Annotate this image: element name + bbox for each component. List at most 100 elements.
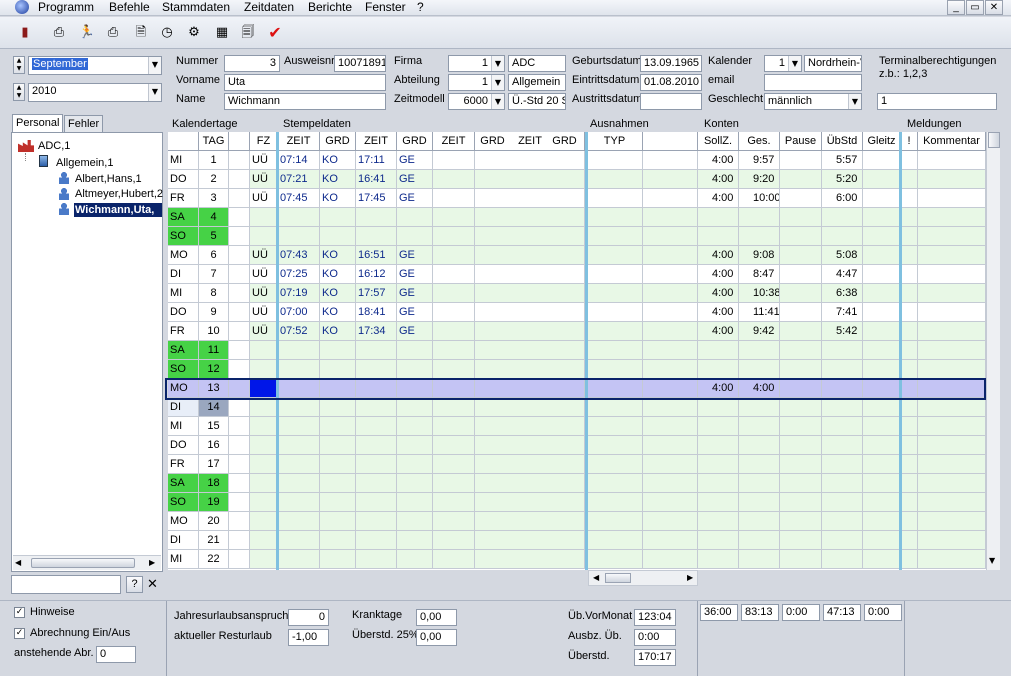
cell-empty[interactable] bbox=[433, 531, 475, 550]
cell-grd-in[interactable]: KO bbox=[320, 303, 356, 322]
cell-empty[interactable] bbox=[780, 493, 822, 512]
cell-fz[interactable]: UÜ bbox=[250, 246, 278, 265]
header-sollz[interactable]: SollZ. bbox=[698, 132, 739, 151]
cell-zeit-in[interactable] bbox=[278, 512, 320, 531]
cell-empty[interactable] bbox=[918, 398, 986, 417]
cell-uebstd[interactable]: 6:00 bbox=[822, 189, 863, 208]
cell-zeit-out[interactable] bbox=[356, 493, 397, 512]
cell-weekday[interactable]: MO bbox=[168, 246, 199, 265]
cell-empty[interactable] bbox=[901, 151, 918, 170]
cell-empty[interactable] bbox=[545, 474, 585, 493]
cell-grd-out[interactable] bbox=[397, 512, 433, 531]
cell-zeit-out[interactable] bbox=[356, 360, 397, 379]
tab-fehler[interactable]: Fehler bbox=[64, 115, 104, 132]
cell-empty[interactable] bbox=[587, 398, 643, 417]
cell-empty[interactable] bbox=[475, 303, 511, 322]
cell-empty[interactable] bbox=[475, 417, 511, 436]
cell-empty[interactable] bbox=[229, 189, 250, 208]
cell-zeit-in[interactable] bbox=[278, 455, 320, 474]
cell-empty[interactable] bbox=[780, 550, 822, 569]
cell-empty[interactable] bbox=[229, 322, 250, 341]
cell-grd-in[interactable] bbox=[320, 531, 356, 550]
header-blank[interactable] bbox=[229, 132, 250, 151]
tab-personal[interactable]: Personal bbox=[12, 114, 64, 132]
cell-empty[interactable] bbox=[780, 303, 822, 322]
table-row[interactable]: MO 6 UÜ 07:43 KO 16:51 GE 4:00 9:08 5:08 bbox=[168, 246, 986, 265]
cell-empty[interactable] bbox=[918, 512, 986, 531]
vorname-field[interactable]: Uta bbox=[224, 74, 386, 91]
cell-ges[interactable]: 9:08 bbox=[739, 246, 780, 265]
scroll-down-icon[interactable]: ▼ bbox=[989, 556, 995, 565]
cell-ges[interactable] bbox=[739, 474, 780, 493]
menu-befehle[interactable]: Befehle bbox=[109, 0, 150, 15]
cell-zeit-out[interactable]: 17:45 bbox=[356, 189, 397, 208]
cell-ges[interactable] bbox=[739, 398, 780, 417]
cell-empty[interactable] bbox=[475, 436, 511, 455]
cell-tag[interactable]: 17 bbox=[199, 455, 229, 474]
cell-ges[interactable] bbox=[739, 341, 780, 360]
cell-empty[interactable] bbox=[643, 227, 698, 246]
cell-grd-out[interactable]: GE bbox=[397, 284, 433, 303]
cell-empty[interactable] bbox=[901, 227, 918, 246]
name-field[interactable]: Wichmann bbox=[224, 93, 386, 110]
cell-uebstd[interactable] bbox=[822, 398, 863, 417]
cell-empty[interactable] bbox=[863, 379, 901, 398]
print-icon[interactable]: ⎙ bbox=[50, 24, 68, 42]
cell-grd-in[interactable]: KO bbox=[320, 246, 356, 265]
cell-empty[interactable] bbox=[901, 455, 918, 474]
cell-empty[interactable] bbox=[229, 303, 250, 322]
cell-zeit-out[interactable] bbox=[356, 550, 397, 569]
cell-empty[interactable] bbox=[229, 512, 250, 531]
cell-zeit-in[interactable] bbox=[278, 417, 320, 436]
cell-empty[interactable] bbox=[780, 189, 822, 208]
cell-zeit-in[interactable]: 07:45 bbox=[278, 189, 320, 208]
header-grd-3[interactable]: GRD bbox=[475, 132, 511, 151]
kalender-number-select[interactable]: 1 ▼ bbox=[764, 55, 802, 72]
clear-icon[interactable]: ✕ bbox=[147, 577, 158, 592]
cell-fz[interactable]: UÜ bbox=[250, 379, 278, 398]
chevron-down-icon[interactable]: ▼ bbox=[491, 94, 504, 109]
cell-empty[interactable] bbox=[918, 341, 986, 360]
cell-weekday[interactable]: DI bbox=[168, 398, 199, 417]
table-row[interactable]: DO 9 UÜ 07:00 KO 18:41 GE 4:00 11:41 7:41 bbox=[168, 303, 986, 322]
cell-zeit-out[interactable] bbox=[356, 512, 397, 531]
cell-zeit-in[interactable]: 07:25 bbox=[278, 265, 320, 284]
cell-empty[interactable] bbox=[780, 379, 822, 398]
cell-empty[interactable] bbox=[475, 265, 511, 284]
cell-grd-out[interactable] bbox=[397, 341, 433, 360]
cell-grd-in[interactable] bbox=[320, 398, 356, 417]
menu-stammdaten[interactable]: Stammdaten bbox=[162, 0, 230, 15]
cell-empty[interactable] bbox=[545, 170, 585, 189]
cell-fz[interactable] bbox=[250, 227, 278, 246]
cell-empty[interactable] bbox=[229, 170, 250, 189]
chevron-down-icon[interactable]: ▼ bbox=[148, 84, 161, 101]
cell-zeit-out[interactable]: 16:41 bbox=[356, 170, 397, 189]
cell-ges[interactable]: 10:00 bbox=[739, 189, 780, 208]
menu-zeitdaten[interactable]: Zeitdaten bbox=[244, 0, 294, 15]
cell-empty[interactable] bbox=[901, 493, 918, 512]
cell-empty[interactable] bbox=[918, 246, 986, 265]
header-zeit-3[interactable]: ZEIT bbox=[433, 132, 475, 151]
cell-empty[interactable] bbox=[433, 189, 475, 208]
cell-uebstd[interactable] bbox=[822, 208, 863, 227]
cell-empty[interactable] bbox=[433, 436, 475, 455]
geschlecht-select[interactable]: männlich ▼ bbox=[764, 93, 862, 110]
cell-tag[interactable]: 1 bbox=[199, 151, 229, 170]
calculator-icon[interactable]: ▦ bbox=[213, 24, 231, 42]
cell-empty[interactable] bbox=[780, 474, 822, 493]
cell-grd-in[interactable]: KO bbox=[320, 265, 356, 284]
cell-empty[interactable] bbox=[545, 531, 585, 550]
cell-grd-out[interactable] bbox=[397, 550, 433, 569]
cell-empty[interactable] bbox=[433, 170, 475, 189]
cell-tag[interactable]: 18 bbox=[199, 474, 229, 493]
table-row[interactable]: MI 1 UÜ 07:14 KO 17:11 GE 4:00 9:57 5:57 bbox=[168, 151, 986, 170]
cell-grd-in[interactable] bbox=[320, 512, 356, 531]
grid-vscrollbar[interactable]: ▼ bbox=[986, 132, 1000, 570]
cell-empty[interactable] bbox=[863, 341, 901, 360]
cell-empty[interactable] bbox=[545, 455, 585, 474]
cell-empty[interactable] bbox=[643, 189, 698, 208]
cell-empty[interactable] bbox=[229, 379, 250, 398]
cell-empty[interactable] bbox=[475, 531, 511, 550]
minimize-button[interactable]: _ bbox=[947, 0, 965, 15]
cell-empty[interactable] bbox=[863, 151, 901, 170]
